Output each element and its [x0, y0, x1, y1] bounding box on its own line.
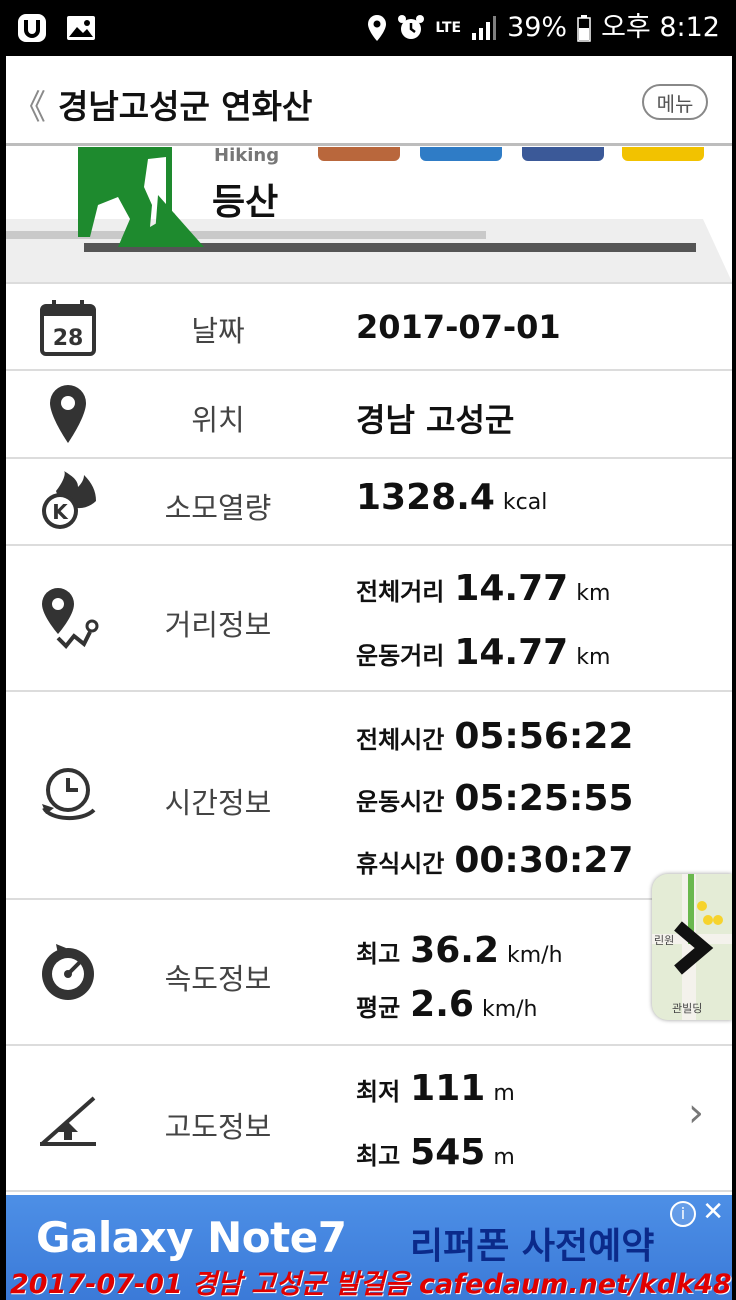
status-left-icons	[16, 12, 96, 44]
watermark-text: 2017-07-01 경남 고성군 발걸음 cafedaum.net/kdk48…	[10, 1269, 732, 1300]
max-speed-value: 36.2	[410, 930, 499, 971]
speed-label: 속도정보	[164, 962, 272, 996]
rest-time-key: 휴식시간	[356, 850, 445, 878]
clock-time: 오후 8:12	[601, 12, 720, 43]
activity-hero-banner: Hiking 등산	[6, 147, 732, 282]
calorie-flame-icon: K	[42, 471, 96, 529]
app-bar: 《 경남고성군 연화산 메뉴	[6, 56, 732, 146]
network-type: LTE	[435, 20, 462, 36]
total-distance-key: 전체거리	[356, 578, 445, 606]
total-time: 전체시간 05:56:22	[356, 716, 633, 757]
calendar-icon: 28	[40, 300, 96, 356]
calories-label: 소모열량	[164, 491, 272, 525]
time-row: 시간정보 전체시간 05:56:22 운동시간 05:25:55 휴식시간 00…	[6, 690, 732, 898]
app-screen: LTE 39% 오후 8:12 《 경남고성군 연화산 메뉴 Hiking 등산…	[6, 0, 732, 1300]
sport-name-korean: 등산	[212, 182, 279, 223]
menu-button[interactable]: 메뉴	[642, 84, 708, 120]
map-thumbnail[interactable]: 린원 관빌딩	[652, 874, 732, 1020]
date-row: 28 날짜 2017-07-01	[6, 282, 732, 369]
exercise-time: 운동시간 05:25:55	[356, 778, 633, 819]
location-row: 위치 경남 고성군	[6, 369, 732, 457]
location-pin-icon	[50, 385, 86, 443]
date-value: 2017-07-01	[356, 308, 561, 346]
sport-name-english: Hiking	[214, 147, 280, 166]
exercise-distance-unit: km	[576, 645, 611, 670]
calories-value: 1328.4	[356, 477, 495, 518]
max-altitude-unit: m	[493, 1145, 515, 1170]
max-speed-unit: km/h	[507, 943, 563, 968]
avg-speed-unit: km/h	[481, 997, 538, 1022]
ad-close-icon[interactable]: ✕	[702, 1197, 724, 1227]
min-altitude-value: 111	[410, 1068, 486, 1109]
route-pin-icon	[42, 588, 99, 649]
rest-time: 휴식시간 00:30:27	[356, 840, 633, 881]
battery-icon	[577, 15, 591, 42]
map-label-top: 린원	[654, 934, 674, 947]
hiker-icon	[78, 147, 204, 247]
max-speed: 최고 36.2 km/h	[356, 930, 563, 971]
distance-label: 거리정보	[164, 608, 272, 642]
back-button[interactable]: 《	[12, 80, 46, 128]
color-tab-brown[interactable]	[318, 147, 400, 161]
location-label: 위치	[191, 403, 245, 437]
ad-info-icon[interactable]: i	[670, 1201, 696, 1227]
location-value: 경남 고성군	[356, 401, 515, 439]
exercise-distance-value: 14.77	[454, 632, 569, 673]
avg-speed-value: 2.6	[410, 984, 474, 1025]
date-label: 날짜	[191, 314, 245, 348]
avg-speed: 평균 2.6 km/h	[356, 984, 537, 1025]
signal-icon	[472, 16, 497, 40]
calories-value-group: 1328.4 kcal	[356, 477, 547, 518]
altitude-label: 고도정보	[164, 1110, 272, 1144]
time-label: 시간정보	[164, 786, 272, 820]
status-bar: LTE 39% 오후 8:12	[6, 0, 732, 56]
min-altitude: 최저 111 m	[356, 1068, 515, 1109]
total-distance-value: 14.77	[454, 568, 569, 609]
max-altitude: 최고 545 m	[356, 1132, 515, 1173]
calories-row: K 소모열량 1328.4 kcal	[6, 457, 732, 544]
total-time-key: 전체시간	[356, 726, 445, 754]
exercise-time-key: 운동시간	[356, 788, 445, 816]
alarm-icon	[398, 15, 425, 39]
location-icon	[368, 15, 387, 41]
total-distance: 전체거리 14.77 km	[356, 568, 610, 609]
status-right-icons: LTE 39% 오후 8:12	[367, 12, 720, 44]
page-title: 경남고성군 연화산	[58, 87, 313, 126]
max-altitude-value: 545	[410, 1132, 486, 1173]
exercise-distance-key: 운동거리	[356, 642, 445, 670]
speed-row: 속도정보 최고 36.2 km/h 평균 2.6 km/h	[6, 898, 732, 1044]
total-distance-unit: km	[576, 581, 611, 606]
map-preview-image: 린원 관빌딩	[652, 874, 732, 1020]
rest-time-value: 00:30:27	[454, 840, 634, 881]
max-altitude-key: 최고	[356, 1142, 401, 1170]
distance-row: 거리정보 전체거리 14.77 km 운동거리 14.77 km	[6, 544, 732, 690]
gallery-icon	[67, 16, 95, 40]
calorie-icon-letter: K	[52, 500, 69, 524]
min-altitude-key: 최저	[356, 1078, 401, 1106]
clock-icon	[42, 768, 96, 820]
device-frame: LTE 39% 오후 8:12 《 경남고성군 연화산 메뉴 Hiking 등산…	[0, 0, 736, 1300]
activity-details-list: 28 날짜 2017-07-01 위치 경남 고성군 K 소모열량 1328.4…	[6, 282, 732, 1192]
min-altitude-unit: m	[493, 1081, 515, 1106]
altitude-row[interactable]: 고도정보 최저 111 m 최고 545 m ›	[6, 1044, 732, 1192]
avg-speed-key: 평균	[356, 994, 401, 1022]
map-label-bottom: 관빌딩	[672, 1002, 702, 1015]
max-speed-key: 최고	[356, 940, 401, 968]
speedometer-icon	[42, 944, 94, 1000]
chevron-right-icon[interactable]: ›	[688, 1090, 704, 1136]
color-tab-navy[interactable]	[522, 147, 604, 161]
battery-percent: 39%	[507, 12, 568, 43]
color-tab-yellow[interactable]	[622, 147, 704, 161]
ad-brand: Galaxy Note7	[36, 1213, 347, 1262]
exercise-time-value: 05:25:55	[454, 778, 634, 819]
altitude-icon	[40, 1096, 96, 1146]
color-tab-blue[interactable]	[420, 147, 502, 161]
total-time-value: 05:56:22	[454, 716, 634, 757]
calendar-day-number: 28	[53, 326, 84, 351]
exercise-distance: 운동거리 14.77 km	[356, 632, 610, 673]
app-notification-icon	[18, 14, 46, 42]
calories-unit: kcal	[502, 490, 548, 515]
